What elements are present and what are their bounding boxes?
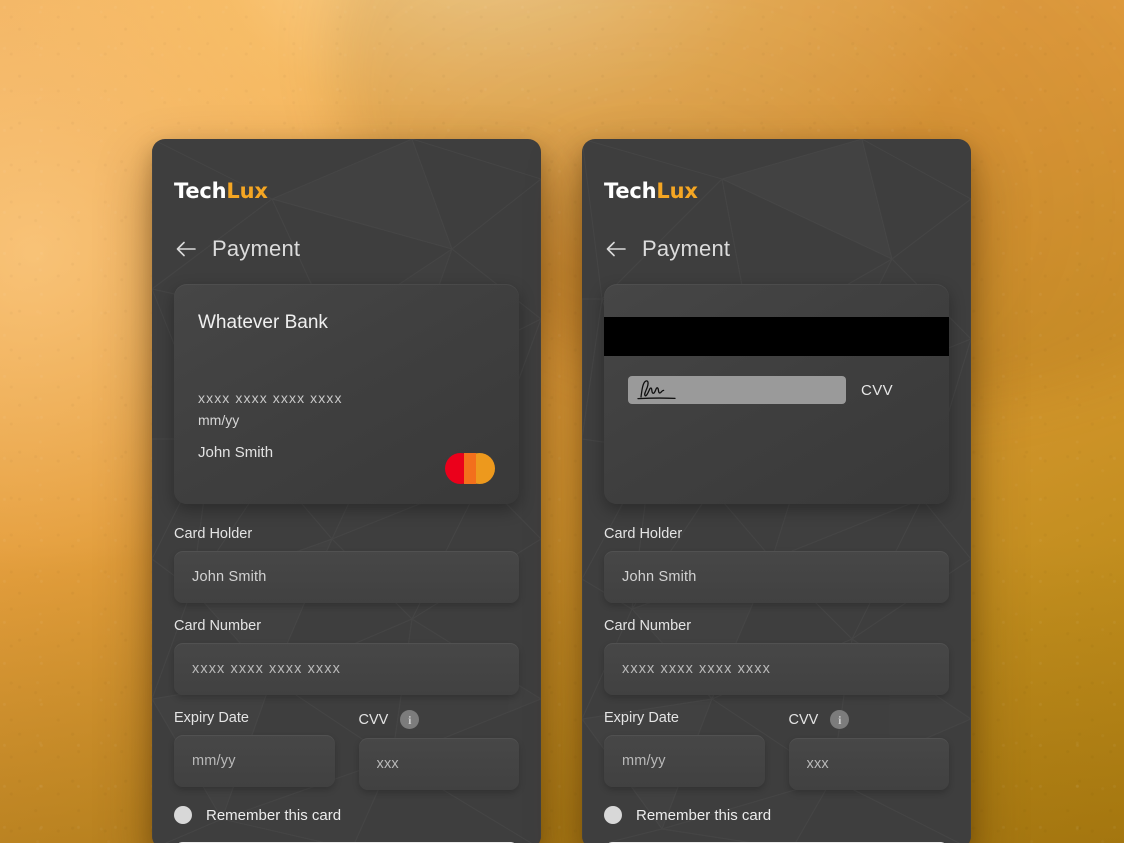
card-number-display: xxxx xxxx xxxx xxxx [198,390,343,406]
remember-card-row[interactable]: Remember this card [174,806,519,824]
card-number-input[interactable] [604,643,949,695]
info-icon[interactable]: i [830,710,850,729]
remember-card-checkbox[interactable] [604,806,622,824]
card-holder-label: Card Holder [174,526,253,542]
card-holder-group: Card Holder [174,526,519,603]
card-holder-input[interactable] [174,551,519,603]
brand-logo: TechLux [604,179,949,203]
page-title: Payment [212,236,301,261]
brand-logo: TechLux [174,179,519,203]
remember-card-label: Remember this card [636,806,772,824]
card-number-label: Card Number [174,618,262,634]
card-expiry-display: mm/yy [198,412,240,428]
expiry-label: Expiry Date [174,710,249,726]
info-icon[interactable]: i [400,710,420,729]
screenshot-stage: TechLux Payment Whatever Bank xxxx xxxx … [0,0,1124,843]
card-number-label: Card Number [604,618,692,634]
cvv-label-row: CVV i [359,710,520,729]
payment-panel-back: TechLux Payment CVV Card Holder John Smi… [582,139,971,843]
expiry-group: Expiry Date [174,710,335,790]
signature-strip [628,376,846,404]
signature-row: CVV [628,376,925,404]
expiry-cvv-row: Expiry Date CVV i [604,710,949,790]
cvv-input[interactable] [358,738,519,790]
expiry-input[interactable] [604,735,765,787]
card-bank-name: Whatever Bank [198,312,328,333]
card-number-input[interactable] [174,643,519,695]
brand-logo-primary: Tech [604,179,657,203]
expiry-group: Expiry Date [604,710,765,790]
card-number-group: Card Number [604,618,949,695]
mastercard-overlap [464,453,476,484]
credit-card-front[interactable]: Whatever Bank xxxx xxxx xxxx xxxx mm/yy … [174,284,519,504]
cvv-label-row: CVV i [789,710,950,729]
cvv-label: CVV [788,711,819,728]
expiry-cvv-row: Expiry Date CVV i [174,710,519,790]
cvv-label: CVV [358,711,389,728]
expiry-input[interactable] [174,735,335,787]
payment-form: Card Holder Card Number Expiry Date CVV [174,526,519,843]
magnetic-stripe [604,317,949,356]
brand-logo-accent: Lux [656,179,698,203]
remember-card-checkbox[interactable] [174,806,192,824]
card-holder-input[interactable] [604,551,949,603]
brand-logo-primary: Tech [174,179,227,203]
card-holder-display: John Smith [198,444,274,461]
mastercard-icon [445,453,495,484]
remember-card-row[interactable]: Remember this card [604,806,949,824]
page-title: Payment [642,236,731,261]
page-header: Payment [604,236,949,262]
arrow-left-icon[interactable] [174,237,198,261]
cvv-group: CVV i [358,710,520,790]
card-number-group: Card Number [174,618,519,695]
cvv-input[interactable] [788,738,949,790]
brand-logo-accent: Lux [226,179,268,203]
payment-form: Card Holder Card Number Expiry Date CVV [604,526,949,843]
page-header: Payment [174,236,519,262]
remember-card-label: Remember this card [206,806,342,824]
payment-panel-front: TechLux Payment Whatever Bank xxxx xxxx … [152,139,541,843]
card-holder-group: Card Holder [604,526,949,603]
signature-icon [637,380,676,400]
credit-card-back[interactable]: CVV [604,284,949,504]
arrow-left-icon[interactable] [604,237,628,261]
cvv-group: CVV i [788,710,950,790]
card-holder-label: Card Holder [604,526,683,542]
expiry-label: Expiry Date [604,710,679,726]
cvv-back-label: CVV [861,381,894,399]
